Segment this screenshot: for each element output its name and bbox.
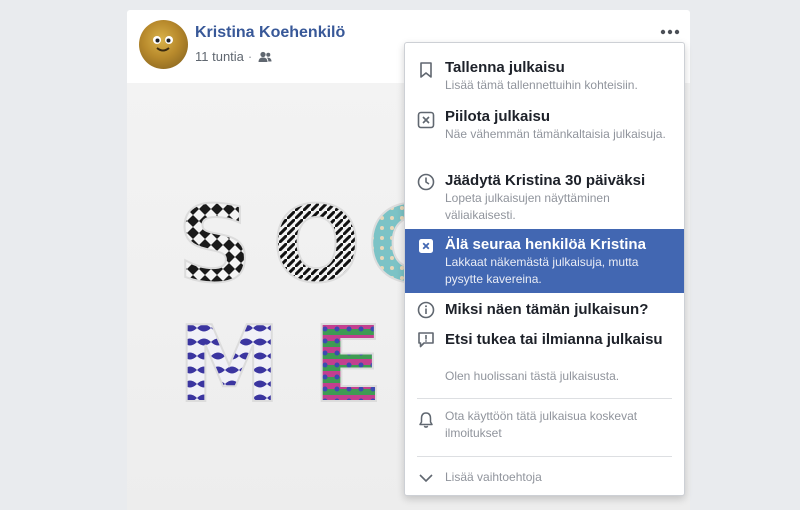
- bell-icon: [419, 412, 433, 428]
- meta-separator: ·: [247, 49, 253, 64]
- menu-item-save-post[interactable]: Tallenna julkaisu Lisää tämä tallennettu…: [405, 49, 684, 97]
- menu-item-hide-post[interactable]: Piilota julkaisu Näe vähemmän tämänkalta…: [405, 99, 684, 165]
- more-dots-icon: [660, 29, 680, 35]
- photo-letter-o: O: [271, 183, 362, 307]
- menu-item-notifications[interactable]: Ota käyttöön tätä julkaisua koskevat ilm…: [405, 405, 684, 449]
- photo-letter-m: M: [176, 303, 283, 427]
- post-options-menu: Tallenna julkaisu Lisää tämä tallennettu…: [404, 42, 685, 496]
- avatar-face-icon: [153, 36, 173, 52]
- menu-item-title: Etsi tukea tai ilmianna julkaisu: [445, 331, 663, 348]
- bookmark-icon: [420, 62, 432, 78]
- menu-item-report[interactable]: Etsi tukea tai ilmianna julkaisu Olen hu…: [405, 329, 684, 393]
- menu-item-more-options[interactable]: Lisää vaihtoehtoja: [405, 463, 684, 491]
- menu-item-snooze[interactable]: Jäädytä Kristina 30 päiväksi Lopeta julk…: [405, 167, 684, 229]
- menu-item-title: Tallenna julkaisu: [445, 59, 565, 76]
- menu-item-why-see[interactable]: Miksi näen tämän julkaisun?: [405, 295, 684, 327]
- menu-item-desc: Lakkaat näkemästä julkaisuja, mutta pysy…: [445, 255, 639, 286]
- info-icon: [417, 301, 435, 319]
- menu-item-title: Jäädytä Kristina 30 päiväksi: [445, 172, 646, 189]
- menu-item-title: Miksi näen tämän julkaisun?: [445, 301, 649, 318]
- more-options-button[interactable]: [658, 24, 682, 40]
- friends-icon[interactable]: [258, 51, 272, 63]
- report-icon: [418, 332, 434, 348]
- svg-text:S: S: [177, 184, 253, 306]
- photo-letter-e: E: [311, 303, 385, 427]
- svg-text:M: M: [177, 304, 282, 426]
- unfollow-icon: [419, 239, 433, 253]
- clock-icon: [417, 173, 435, 191]
- menu-item-desc: Lisää tämä tallennettuihin kohteisiin.: [445, 78, 638, 92]
- more-options-label: Lisää vaihtoehtoja: [445, 470, 542, 484]
- photo-letter-s: S: [176, 183, 254, 307]
- menu-divider: [417, 398, 672, 399]
- menu-divider: [417, 456, 672, 457]
- avatar[interactable]: [139, 20, 188, 69]
- hide-x-icon: [417, 111, 435, 129]
- menu-item-desc: Olen huolissani tästä julkaisusta.: [445, 369, 620, 383]
- post-author-name[interactable]: Kristina Koehenkilö: [195, 24, 345, 42]
- chevron-down-icon: [419, 474, 433, 483]
- svg-text:E: E: [312, 304, 384, 426]
- menu-item-title: Älä seuraa henkilöä Kristina: [445, 236, 646, 253]
- menu-item-desc: Lopeta julkaisujen näyttäminen väliaikai…: [445, 191, 610, 222]
- post-timestamp[interactable]: 11 tuntia: [195, 49, 244, 64]
- menu-item-unfollow[interactable]: Älä seuraa henkilöä Kristina Lakkaat näk…: [405, 229, 684, 293]
- svg-text:O: O: [272, 184, 361, 306]
- menu-item-title: Piilota julkaisu: [445, 108, 551, 125]
- menu-item-desc: Näe vähemmän tämänkaltaisia julkaisuja.: [445, 127, 666, 141]
- notifications-label: Ota käyttöön tätä julkaisua koskevat ilm…: [445, 409, 638, 440]
- post-meta: 11 tuntia ·: [195, 49, 272, 64]
